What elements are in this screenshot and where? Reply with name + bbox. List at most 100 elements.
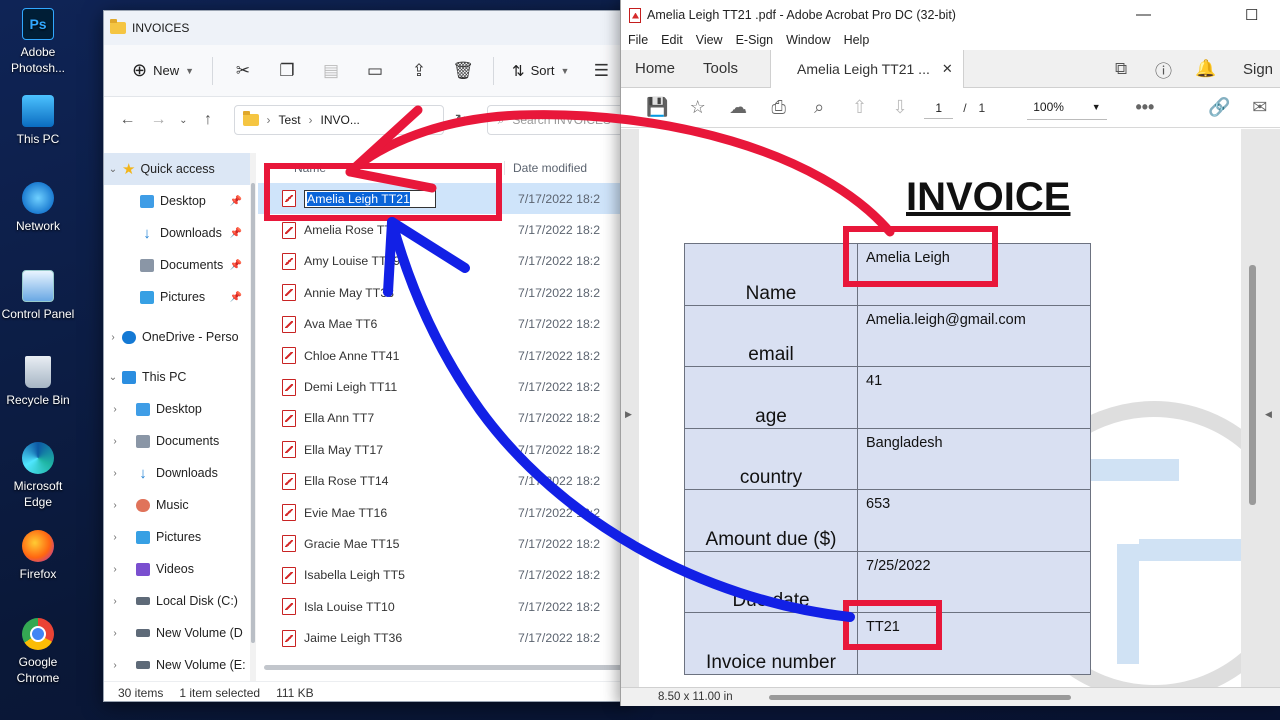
file-row[interactable]: Amelia Rose TT1 7/17/2022 18:2 bbox=[258, 214, 632, 245]
minimize-button[interactable]: — bbox=[1136, 6, 1151, 23]
file-row[interactable]: Jaime Leigh TT36 7/17/2022 18:2 bbox=[258, 622, 632, 653]
tab-document[interactable]: Amelia Leigh TT21 ... ✕ bbox=[770, 49, 964, 88]
nav-this-pc[interactable]: ⌄ This PC bbox=[104, 361, 250, 393]
page-up-icon[interactable]: ⇧ bbox=[839, 97, 879, 118]
up-button[interactable]: ↑ bbox=[194, 111, 221, 129]
breadcrumb-test[interactable]: Test bbox=[279, 113, 301, 127]
recent-button[interactable]: ⌄ bbox=[176, 115, 190, 126]
share-screen-icon[interactable]: ⧉ bbox=[1115, 50, 1127, 88]
help-icon[interactable]: ⓘ bbox=[1155, 50, 1172, 88]
nav-pc-music[interactable]: › Music bbox=[104, 489, 250, 521]
file-row[interactable]: Chloe Anne TT41 7/17/2022 18:2 bbox=[258, 340, 632, 371]
file-row[interactable]: Isabella Leigh TT5 7/17/2022 18:2 bbox=[258, 560, 632, 591]
file-row[interactable]: Evie Mae TT16 7/17/2022 18:2 bbox=[258, 497, 632, 528]
nav-pc-pictures[interactable]: › Pictures bbox=[104, 521, 250, 553]
nav-pc-documents[interactable]: › Documents bbox=[104, 425, 250, 457]
nav-pc-desktop[interactable]: › Desktop bbox=[104, 393, 250, 425]
nav-onedrive[interactable]: › OneDrive - Perso bbox=[104, 321, 250, 353]
nav-item-downloads[interactable]: ↓ Downloads 📌 bbox=[104, 217, 250, 249]
right-panel-toggle-icon[interactable]: ◀ bbox=[1265, 409, 1272, 420]
horizontal-scrollbar[interactable] bbox=[769, 695, 1071, 700]
save-icon[interactable]: 💾 bbox=[637, 97, 677, 118]
tab-tools[interactable]: Tools bbox=[689, 50, 752, 88]
file-name: Ella May TT17 bbox=[304, 442, 384, 457]
nav-item-documents[interactable]: Documents 📌 bbox=[104, 249, 250, 281]
file-row[interactable]: Isla Louise TT10 7/17/2022 18:2 bbox=[258, 591, 632, 622]
desktop-icon-recycle-bin[interactable]: Recycle Bin bbox=[0, 356, 76, 408]
file-row[interactable]: Annie May TT38 7/17/2022 18:2 bbox=[258, 277, 632, 308]
left-panel-toggle-icon[interactable]: ▶ bbox=[625, 409, 632, 420]
vertical-scrollbar[interactable] bbox=[1249, 265, 1256, 505]
drive-icon bbox=[136, 597, 150, 605]
nav-pc-volume-d[interactable]: › New Volume (D bbox=[104, 617, 250, 649]
refresh-button[interactable]: ↻ bbox=[448, 111, 475, 129]
close-icon[interactable]: ✕ bbox=[942, 61, 953, 77]
column-name[interactable]: Name bbox=[258, 161, 504, 175]
file-row[interactable]: Amelia Leigh TT21 7/17/2022 18:2 bbox=[258, 183, 632, 215]
file-row[interactable]: Demi Leigh TT11 7/17/2022 18:2 bbox=[258, 371, 632, 402]
back-button[interactable]: ← bbox=[114, 111, 141, 129]
scroll-thumb[interactable] bbox=[251, 183, 255, 643]
page-number-input[interactable]: 1 bbox=[924, 97, 954, 119]
zoom-select[interactable]: 100% ▼ bbox=[1027, 96, 1107, 120]
copy-button[interactable]: ❐ bbox=[272, 55, 302, 87]
more-icon[interactable]: ••• bbox=[1125, 97, 1165, 118]
breadcrumb-invoices[interactable]: INVO... bbox=[321, 113, 360, 127]
rename-button[interactable]: ▭ bbox=[360, 55, 390, 87]
nav-pc-videos[interactable]: › Videos bbox=[104, 553, 250, 585]
page-down-icon[interactable]: ⇩ bbox=[880, 97, 920, 118]
desktop-icon-this-pc[interactable]: This PC bbox=[0, 95, 76, 147]
file-row[interactable]: Ella Ann TT7 7/17/2022 18:2 bbox=[258, 403, 632, 434]
menu-file[interactable]: File bbox=[628, 33, 648, 47]
menu-window[interactable]: Window bbox=[786, 33, 830, 47]
file-date: 7/17/2022 18:2 bbox=[518, 442, 601, 457]
file-row[interactable]: Amy Louise TT29 7/17/2022 18:2 bbox=[258, 246, 632, 277]
sort-button[interactable]: ⇅ Sort ▼ bbox=[502, 55, 579, 87]
column-date-modified[interactable]: Date modified bbox=[504, 161, 587, 175]
file-row[interactable]: Ella May TT17 7/17/2022 18:2 bbox=[258, 434, 632, 465]
forward-button[interactable]: → bbox=[145, 111, 172, 129]
star-icon[interactable]: ☆ bbox=[677, 97, 717, 118]
desktop-icon-edge[interactable]: Microsoft Edge bbox=[0, 442, 76, 510]
tab-home[interactable]: Home bbox=[621, 50, 689, 88]
scroll-thumb[interactable] bbox=[264, 665, 624, 670]
desktop-icon-firefox[interactable]: Firefox bbox=[0, 530, 76, 582]
search-input[interactable]: ⌕ Search INVOICES bbox=[486, 105, 632, 135]
menu-edit[interactable]: Edit bbox=[661, 33, 683, 47]
link-icon[interactable]: 🔗 bbox=[1199, 97, 1239, 118]
nav-pc-volume-e[interactable]: › New Volume (E: bbox=[104, 649, 250, 681]
paste-button[interactable]: ▤ bbox=[316, 55, 346, 87]
horizontal-scrollbar[interactable] bbox=[264, 663, 632, 671]
file-row[interactable]: Ava Mae TT6 7/17/2022 18:2 bbox=[258, 309, 632, 340]
share-button[interactable]: ⇪ bbox=[404, 55, 434, 87]
menu-esign[interactable]: E-Sign bbox=[736, 33, 774, 47]
desktop-icon-network[interactable]: Network bbox=[0, 182, 76, 234]
upload-icon[interactable]: ☁ bbox=[718, 97, 758, 118]
bell-icon[interactable]: 🔔 bbox=[1195, 50, 1216, 88]
desktop-icon-chrome[interactable]: Google Chrome bbox=[0, 618, 76, 686]
desktop-icon-control-panel[interactable]: Control Panel bbox=[0, 270, 76, 322]
desktop-icon-photoshop[interactable]: Ps Adobe Photosh... bbox=[0, 8, 76, 76]
download-icon: ↓ bbox=[143, 224, 151, 242]
nav-pc-downloads[interactable]: › ↓ Downloads bbox=[104, 457, 250, 489]
cut-button[interactable]: ✂ bbox=[228, 55, 258, 87]
menu-view[interactable]: View bbox=[696, 33, 723, 47]
email-icon[interactable]: ✉ bbox=[1240, 97, 1280, 118]
print-icon[interactable]: ⎙ bbox=[758, 97, 798, 118]
maximize-button[interactable]: ☐ bbox=[1245, 6, 1258, 24]
delete-button[interactable]: 🗑 bbox=[448, 55, 478, 87]
nav-pc-local-disk[interactable]: › Local Disk (C:) bbox=[104, 585, 250, 617]
nav-quick-access[interactable]: ⌄ ★ Quick access bbox=[104, 153, 250, 185]
new-button[interactable]: ⊕ New ▼ bbox=[122, 55, 204, 87]
menu-help[interactable]: Help bbox=[844, 33, 870, 47]
view-button[interactable]: ☰ bbox=[586, 55, 616, 87]
nav-scrollbar[interactable] bbox=[250, 153, 256, 681]
nav-item-desktop[interactable]: Desktop 📌 bbox=[104, 185, 250, 217]
file-row[interactable]: Ella Rose TT14 7/17/2022 18:2 bbox=[258, 466, 632, 497]
nav-item-pictures[interactable]: Pictures 📌 bbox=[104, 281, 250, 313]
rename-input[interactable]: Amelia Leigh TT21 bbox=[304, 189, 518, 208]
zoom-search-icon[interactable]: ⌕ bbox=[799, 97, 839, 118]
sign-in-button[interactable]: Sign bbox=[1243, 50, 1273, 88]
address-bar[interactable]: › Test › INVO... bbox=[233, 105, 444, 135]
file-row[interactable]: Gracie Mae TT15 7/17/2022 18:2 bbox=[258, 528, 632, 559]
